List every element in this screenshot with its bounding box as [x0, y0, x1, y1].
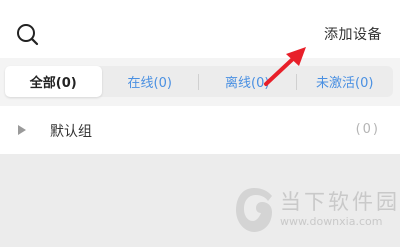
status-tabs: 全部(0) 在线(0) 离线(0) 未激活(0) — [5, 66, 393, 97]
search-button[interactable] — [15, 22, 41, 48]
group-name: 默认组 — [50, 124, 92, 140]
search-icon — [17, 24, 39, 46]
add-device-button[interactable]: 添加设备 — [324, 24, 382, 44]
tab-online[interactable]: 在线(0) — [102, 66, 199, 97]
triangle-right-icon[interactable] — [18, 125, 26, 135]
group-row-default[interactable]: 默认组 (0) — [0, 106, 400, 154]
tab-all[interactable]: 全部(0) — [5, 66, 102, 97]
group-count: (0) — [355, 122, 380, 137]
top-bar: 添加设备 — [0, 0, 400, 58]
watermark-title: 当下软件园 — [280, 190, 400, 214]
watermark: 当下软件园 www.downxia.com — [232, 184, 397, 240]
tab-inactive[interactable]: 未激活(0) — [297, 66, 394, 97]
filter-bar: 全部(0) 在线(0) 离线(0) 未激活(0) — [0, 58, 400, 106]
watermark-logo-icon — [236, 188, 272, 232]
annotation-arrow-icon — [264, 47, 306, 86]
watermark-url: www.downxia.com — [280, 215, 383, 228]
